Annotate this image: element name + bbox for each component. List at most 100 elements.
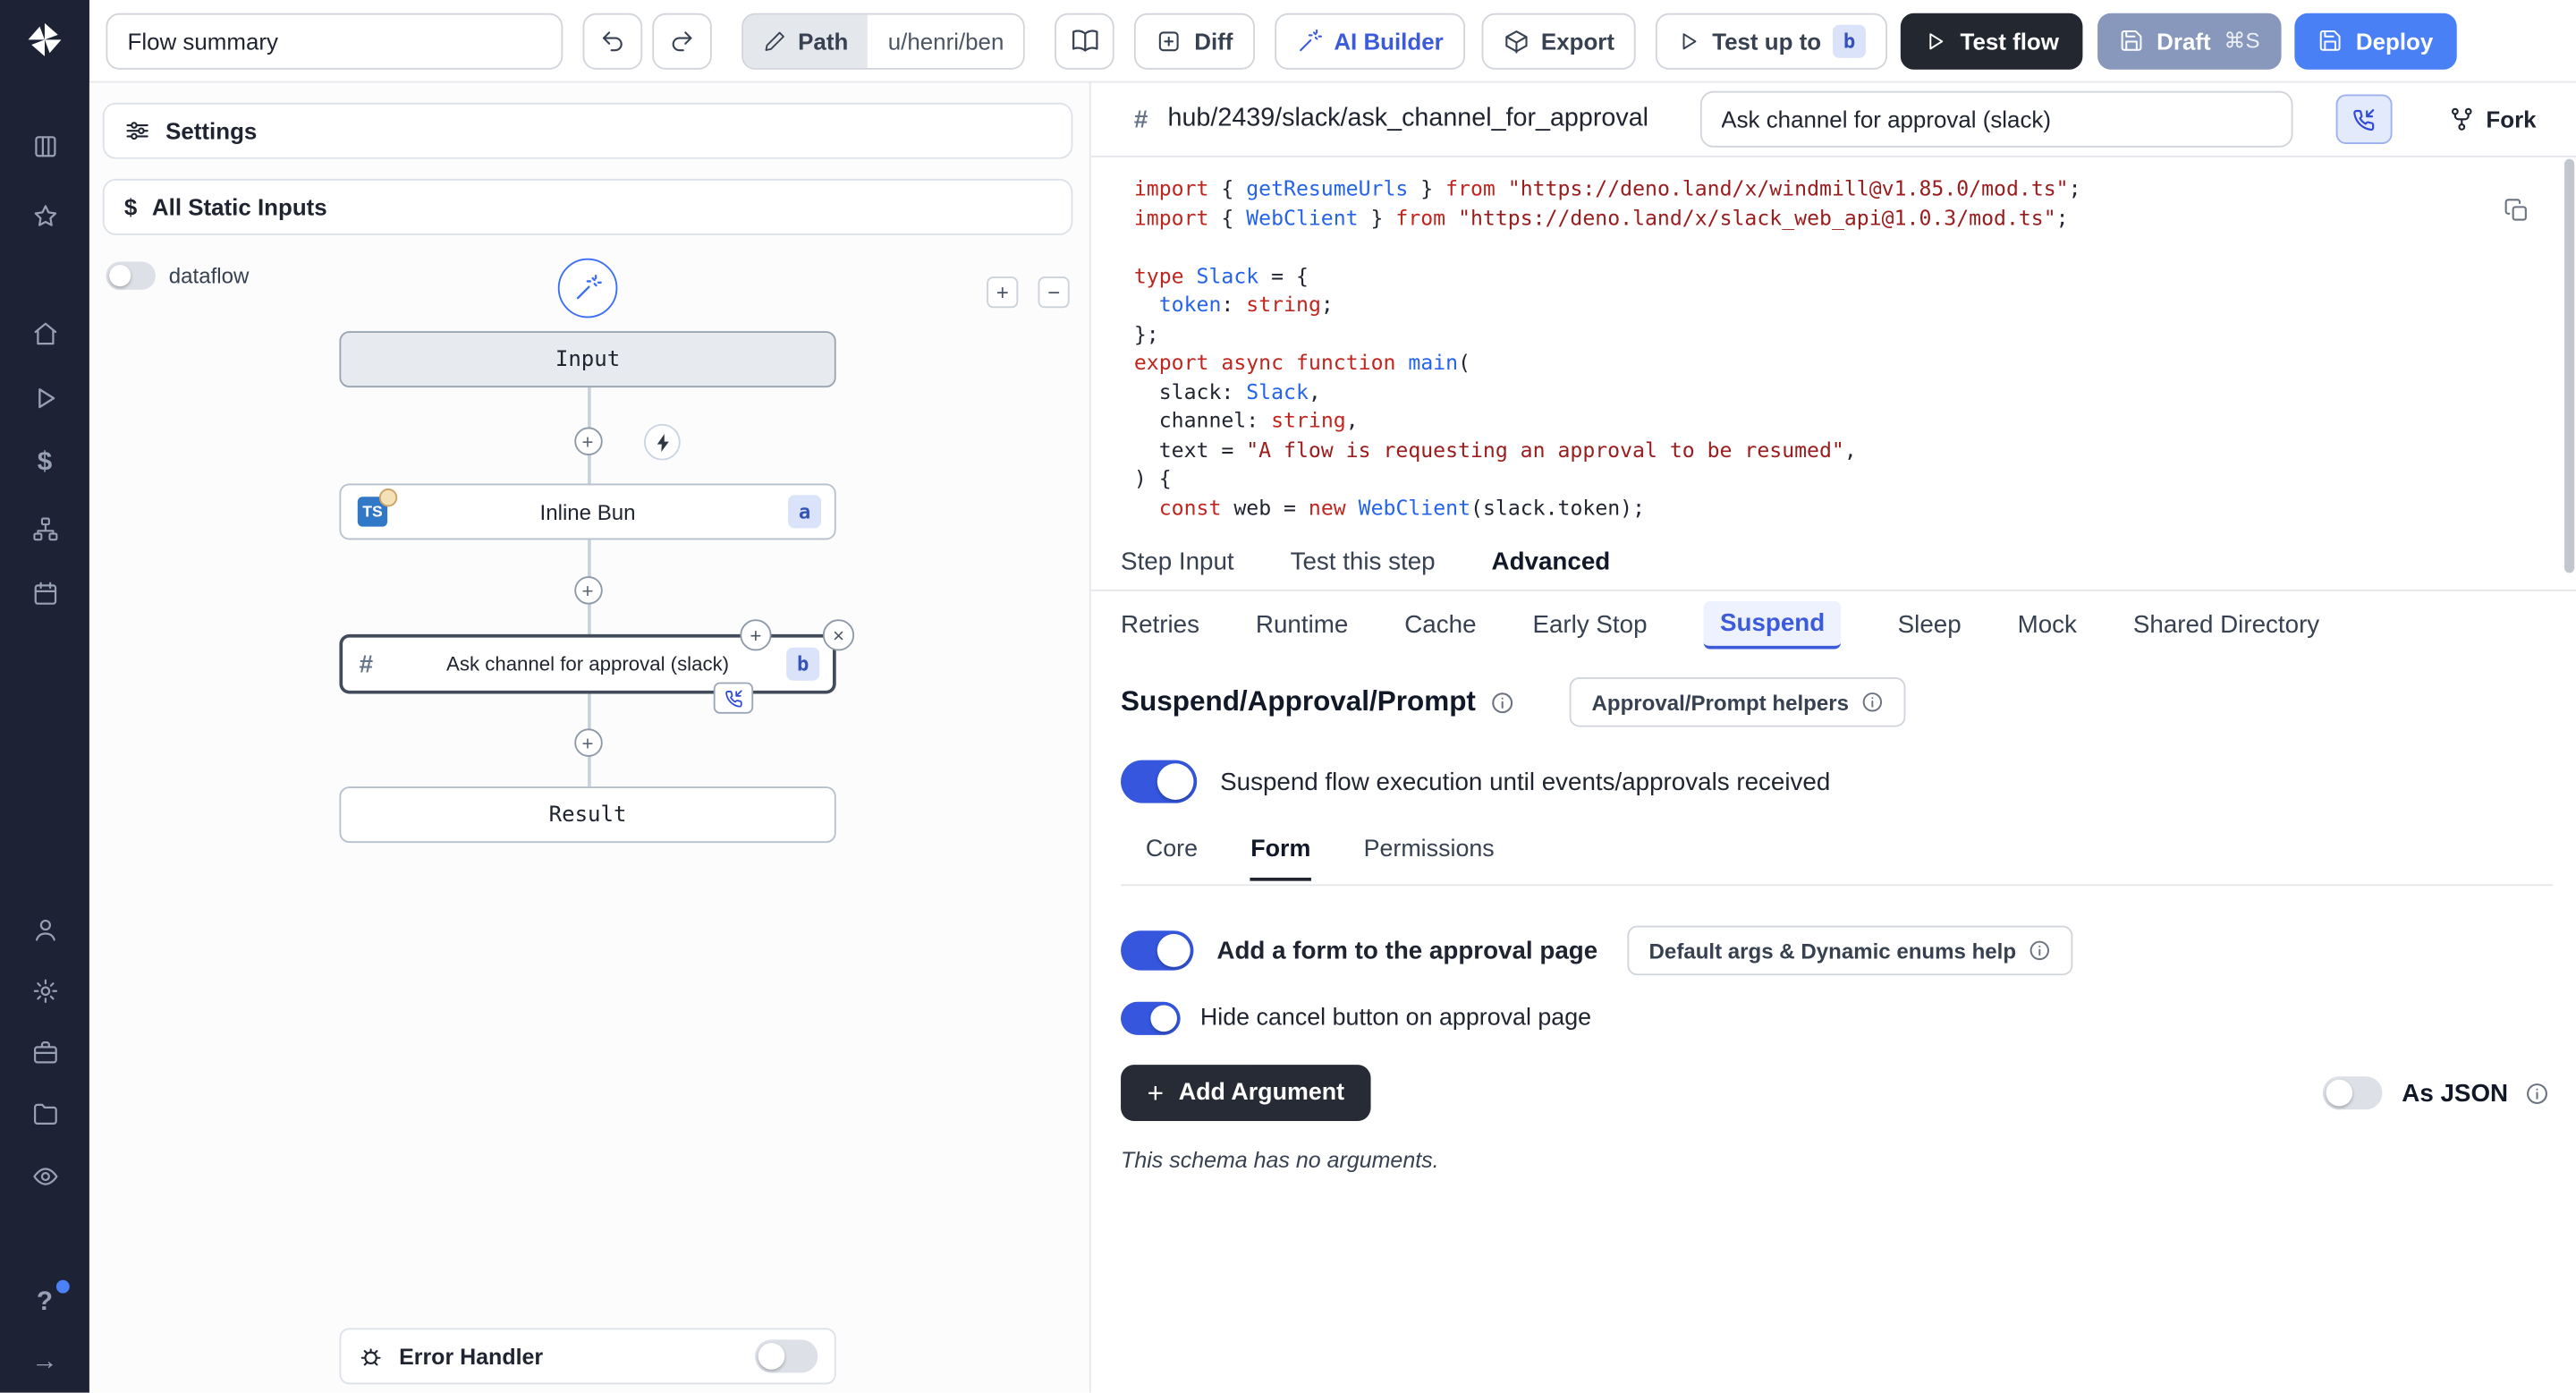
schedules-icon[interactable] bbox=[25, 573, 64, 612]
node-approval-selected[interactable]: # Ask channel for approval (slack) b + × bbox=[339, 634, 835, 694]
tab-sleep[interactable]: Sleep bbox=[1898, 610, 1962, 638]
zoom-out-button[interactable]: − bbox=[1038, 276, 1070, 308]
move-step-button[interactable]: + bbox=[740, 619, 771, 650]
code-editor[interactable]: import { getResumeUrls } from "https://d… bbox=[1134, 174, 2576, 522]
tab-advanced[interactable]: Advanced bbox=[1492, 548, 1611, 576]
script-path: hub/2439/slack/ask_channel_for_approval bbox=[1168, 105, 1649, 134]
diff-button[interactable]: Diff bbox=[1135, 13, 1255, 69]
play-icon bbox=[1677, 29, 1700, 52]
audit-logs-icon[interactable] bbox=[25, 1156, 64, 1195]
delete-step-button[interactable]: × bbox=[823, 619, 854, 650]
suspend-toggle-label: Suspend flow execution until events/appr… bbox=[1220, 768, 1830, 795]
tab-runtime[interactable]: Runtime bbox=[1256, 610, 1348, 638]
step-badge: b bbox=[1833, 24, 1866, 57]
dollar-icon: $ bbox=[124, 194, 137, 221]
test-flow-button[interactable]: Test flow bbox=[1901, 13, 2082, 69]
add-step-button[interactable]: + bbox=[573, 576, 601, 604]
windmill-logo-icon[interactable] bbox=[25, 20, 64, 59]
copy-code-button[interactable] bbox=[2500, 194, 2533, 227]
step-tabs: Step Input Test this step Advanced bbox=[1091, 535, 2576, 591]
tab-step-input[interactable]: Step Input bbox=[1121, 548, 1234, 576]
zoom-in-button[interactable]: + bbox=[987, 276, 1018, 308]
notification-dot bbox=[56, 1280, 70, 1294]
runs-icon[interactable] bbox=[25, 378, 64, 417]
settings-icon[interactable] bbox=[25, 971, 64, 1010]
workers-icon[interactable] bbox=[25, 1032, 64, 1071]
tab-retries[interactable]: Retries bbox=[1121, 610, 1199, 638]
tab-cache[interactable]: Cache bbox=[1404, 610, 1476, 638]
save-icon bbox=[2119, 28, 2144, 53]
node-result[interactable]: Result bbox=[339, 786, 835, 843]
tab-test-this-step[interactable]: Test this step bbox=[1291, 548, 1436, 576]
advanced-tabs: Retries Runtime Cache Early Stop Suspend… bbox=[1091, 591, 2576, 658]
wand-icon bbox=[1296, 28, 1323, 55]
fork-button[interactable]: Fork bbox=[2438, 105, 2546, 134]
slack-icon: # bbox=[360, 650, 373, 677]
expand-rail-icon[interactable]: → bbox=[25, 1343, 64, 1382]
suspend-toggle[interactable] bbox=[1121, 760, 1197, 803]
users-icon[interactable] bbox=[25, 909, 64, 948]
favorites-star-icon[interactable] bbox=[25, 195, 64, 234]
redo-button[interactable] bbox=[652, 13, 712, 69]
subtab-permissions[interactable]: Permissions bbox=[1364, 837, 1495, 878]
error-handler-row[interactable]: Error Handler bbox=[339, 1328, 835, 1384]
shortcut-hint: ⌘S bbox=[2224, 28, 2259, 55]
diff-icon bbox=[1157, 28, 1183, 55]
dataflow-label: dataflow bbox=[169, 263, 250, 288]
subtab-form[interactable]: Form bbox=[1250, 837, 1310, 881]
tab-early-stop[interactable]: Early Stop bbox=[1532, 610, 1647, 638]
export-icon bbox=[1503, 28, 1530, 55]
info-icon[interactable] bbox=[1491, 690, 1516, 715]
variables-icon[interactable]: $ bbox=[25, 444, 64, 483]
pencil-icon bbox=[763, 29, 786, 52]
resources-icon[interactable] bbox=[25, 508, 64, 548]
path-label: Path bbox=[798, 28, 848, 55]
node-input[interactable]: Input bbox=[339, 331, 835, 387]
help-icon[interactable]: ? bbox=[25, 1283, 64, 1322]
suspend-subtabs: Core Form Permissions bbox=[1121, 837, 2553, 887]
draft-button[interactable]: Draft ⌘S bbox=[2097, 13, 2282, 69]
scrollbar-thumb[interactable] bbox=[2564, 159, 2574, 573]
hide-cancel-toggle[interactable] bbox=[1121, 1002, 1181, 1035]
tab-mock[interactable]: Mock bbox=[2018, 610, 2077, 638]
windmill-flow-editor: $ ? → Path u/henri/ben Diff bbox=[0, 0, 2576, 1393]
approval-helpers-button[interactable]: Approval/Prompt helpers bbox=[1570, 677, 1904, 727]
add-argument-button[interactable]: + Add Argument bbox=[1121, 1065, 1371, 1121]
bug-icon bbox=[358, 1343, 385, 1370]
deploy-button[interactable]: Deploy bbox=[2294, 13, 2456, 69]
step-summary-input[interactable] bbox=[1699, 91, 2292, 148]
trigger-bolt-button[interactable] bbox=[644, 424, 681, 461]
undo-button[interactable] bbox=[583, 13, 643, 69]
ai-builder-button[interactable]: AI Builder bbox=[1275, 13, 1465, 69]
flow-summary-input[interactable] bbox=[106, 13, 563, 69]
info-icon[interactable] bbox=[2525, 1081, 2550, 1106]
form-toggle[interactable] bbox=[1121, 930, 1193, 970]
as-json-label: As JSON bbox=[2402, 1079, 2508, 1107]
export-button[interactable]: Export bbox=[1481, 13, 1636, 69]
step-header: # hub/2439/slack/ask_channel_for_approva… bbox=[1091, 83, 2576, 157]
home-icon[interactable] bbox=[25, 313, 64, 352]
static-inputs-button[interactable]: $ All Static Inputs bbox=[103, 179, 1073, 235]
tab-suspend[interactable]: Suspend bbox=[1703, 600, 1841, 649]
error-handler-toggle[interactable] bbox=[755, 1339, 818, 1372]
fork-icon bbox=[2448, 106, 2475, 132]
add-step-button[interactable]: + bbox=[573, 728, 601, 756]
node-inline-bun[interactable]: TS Inline Bun a bbox=[339, 483, 835, 539]
apps-icon[interactable] bbox=[25, 126, 64, 166]
docs-book-button[interactable] bbox=[1055, 13, 1115, 69]
flow-settings-button[interactable]: Settings bbox=[103, 103, 1073, 159]
left-rail: $ ? → bbox=[0, 0, 89, 1393]
ai-flow-wand-button[interactable] bbox=[558, 259, 618, 319]
path-control[interactable]: Path u/henri/ben bbox=[741, 13, 1025, 69]
plus-icon: + bbox=[1148, 1079, 1164, 1107]
tab-shared-directory[interactable]: Shared Directory bbox=[2133, 610, 2319, 638]
subtab-core[interactable]: Core bbox=[1146, 837, 1198, 878]
default-args-help-button[interactable]: Default args & Dynamic enums help bbox=[1627, 926, 2072, 976]
as-json-toggle[interactable] bbox=[2322, 1076, 2382, 1109]
folders-icon[interactable] bbox=[25, 1093, 64, 1133]
dataflow-toggle[interactable] bbox=[106, 261, 156, 289]
add-step-button[interactable]: + bbox=[573, 428, 601, 455]
suspend-phone-icon bbox=[714, 683, 753, 714]
test-up-to-button[interactable]: Test up to b bbox=[1656, 13, 1887, 69]
suspend-indicator-button[interactable] bbox=[2335, 95, 2392, 145]
